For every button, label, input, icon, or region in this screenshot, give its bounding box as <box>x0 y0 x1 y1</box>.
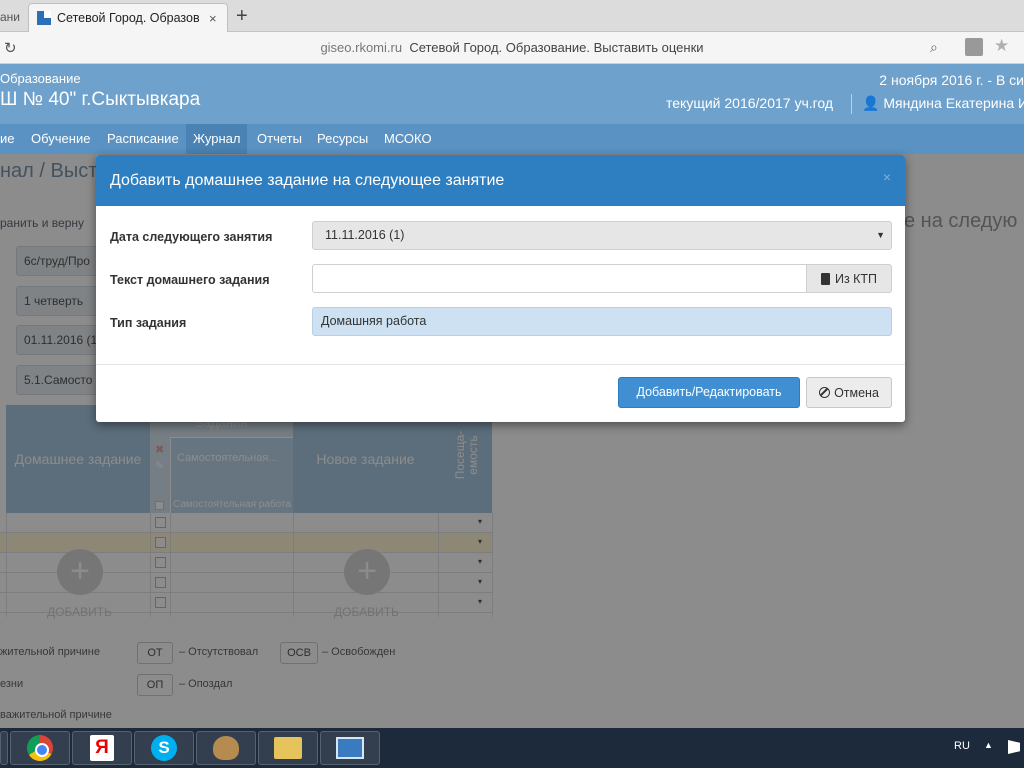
nav-item-schedule[interactable]: Расписание <box>100 124 186 154</box>
main-nav: ие Обучение Расписание Журнал Отчеты Рес… <box>0 124 1024 154</box>
nav-item-reports[interactable]: Отчеты <box>250 124 309 154</box>
zoom-icon[interactable]: ⌕ <box>930 39 938 56</box>
browser-tab-active[interactable]: Сетевой Город. Образов × <box>28 3 228 32</box>
homework-text-label: Текст домашнего задания <box>110 273 270 287</box>
nav-item-resources[interactable]: Ресурсы <box>310 124 375 154</box>
org-type: Образование <box>0 71 81 86</box>
nav-item-msoko[interactable]: МСОКО <box>377 124 439 154</box>
taskbar-chrome[interactable] <box>10 731 70 765</box>
action-center-flag-icon[interactable] <box>1008 740 1020 754</box>
new-tab-button[interactable]: + <box>236 6 248 26</box>
taskbar-photos[interactable] <box>320 731 380 765</box>
next-lesson-date-label: Дата следующего занятия <box>110 230 273 244</box>
keyboard-language[interactable]: RU <box>954 740 970 752</box>
bookmark-star-icon[interactable]: ★ <box>994 36 1009 56</box>
paint-icon <box>213 736 239 760</box>
site-favicon-icon <box>37 11 51 25</box>
dialog-header: Добавить домашнее задание на следующее з… <box>96 155 905 206</box>
next-lesson-date-select[interactable]: 11.11.2016 (1) ▼ <box>312 221 892 250</box>
nav-item-partial[interactable]: ие <box>0 124 19 154</box>
lock-icon[interactable] <box>965 38 983 56</box>
dialog-footer-divider <box>96 364 905 365</box>
book-icon <box>820 272 830 285</box>
cancel-icon <box>819 387 831 398</box>
user-name: Мяндина Екатерина И <box>883 95 1024 111</box>
browser-tab-inactive[interactable]: ани <box>0 4 26 32</box>
cancel-label: Отмена <box>834 385 879 400</box>
chevron-down-icon: ▼ <box>876 230 885 240</box>
from-ktp-label: Из КТП <box>834 271 878 286</box>
next-lesson-date-value: 11.11.2016 (1) <box>325 228 405 242</box>
add-edit-button[interactable]: Добавить/Редактировать <box>618 377 800 408</box>
school-year[interactable]: текущий 2016/2017 уч.год <box>666 95 833 111</box>
browser-addressbar: ↻ giseo.rkomi.ru Сетевой Город. Образова… <box>0 32 1024 64</box>
org-name: Ш № 40" г.Сыктывкара <box>0 89 201 110</box>
site-header: Образование Ш № 40" г.Сыктывкара 2 ноябр… <box>0 64 1024 124</box>
url-page-title: Сетевой Город. Образование. Выставить оц… <box>409 40 704 55</box>
tray-expand-icon[interactable]: ▲ <box>984 740 993 750</box>
from-ktp-button[interactable]: Из КТП <box>806 264 892 293</box>
nav-item-learning[interactable]: Обучение <box>24 124 97 154</box>
close-icon[interactable]: × <box>883 169 891 185</box>
add-homework-dialog: Добавить домашнее задание на следующее з… <box>96 155 905 422</box>
os-taskbar: Я S RU ▲ <box>0 728 1024 768</box>
taskbar-yandex[interactable]: Я <box>72 731 132 765</box>
yandex-icon: Я <box>90 735 114 761</box>
browser-tabbar: ани Сетевой Город. Образов × + <box>0 0 1024 32</box>
header-divider <box>851 94 852 114</box>
homework-text-input[interactable] <box>312 264 807 293</box>
task-type-label: Тип задания <box>110 316 187 330</box>
taskbar-skype[interactable]: S <box>134 731 194 765</box>
photo-viewer-icon <box>336 737 364 759</box>
browser-tab-title: Сетевой Город. Образов <box>57 11 200 25</box>
cancel-button[interactable]: Отмена <box>806 377 892 408</box>
url-domain: giseo.rkomi.ru <box>320 40 403 55</box>
url-field[interactable]: giseo.rkomi.ru Сетевой Город. Образовани… <box>0 40 1024 55</box>
folder-icon <box>274 737 302 759</box>
skype-icon: S <box>151 735 177 761</box>
chrome-icon <box>27 735 53 761</box>
taskbar-start-edge[interactable] <box>0 731 8 765</box>
header-date: 2 ноября 2016 г. - В си <box>879 72 1024 88</box>
dialog-title: Добавить домашнее задание на следующее з… <box>110 172 505 189</box>
nav-item-journal[interactable]: Журнал <box>186 124 248 154</box>
task-type-value: Домашняя работа <box>321 314 427 328</box>
taskbar-paint[interactable] <box>196 731 256 765</box>
user-menu[interactable]: 👤 Мяндина Екатерина И <box>862 95 1024 112</box>
close-tab-icon[interactable]: × <box>209 11 217 26</box>
task-type-field[interactable]: Домашняя работа <box>312 307 892 336</box>
taskbar-explorer[interactable] <box>258 731 318 765</box>
